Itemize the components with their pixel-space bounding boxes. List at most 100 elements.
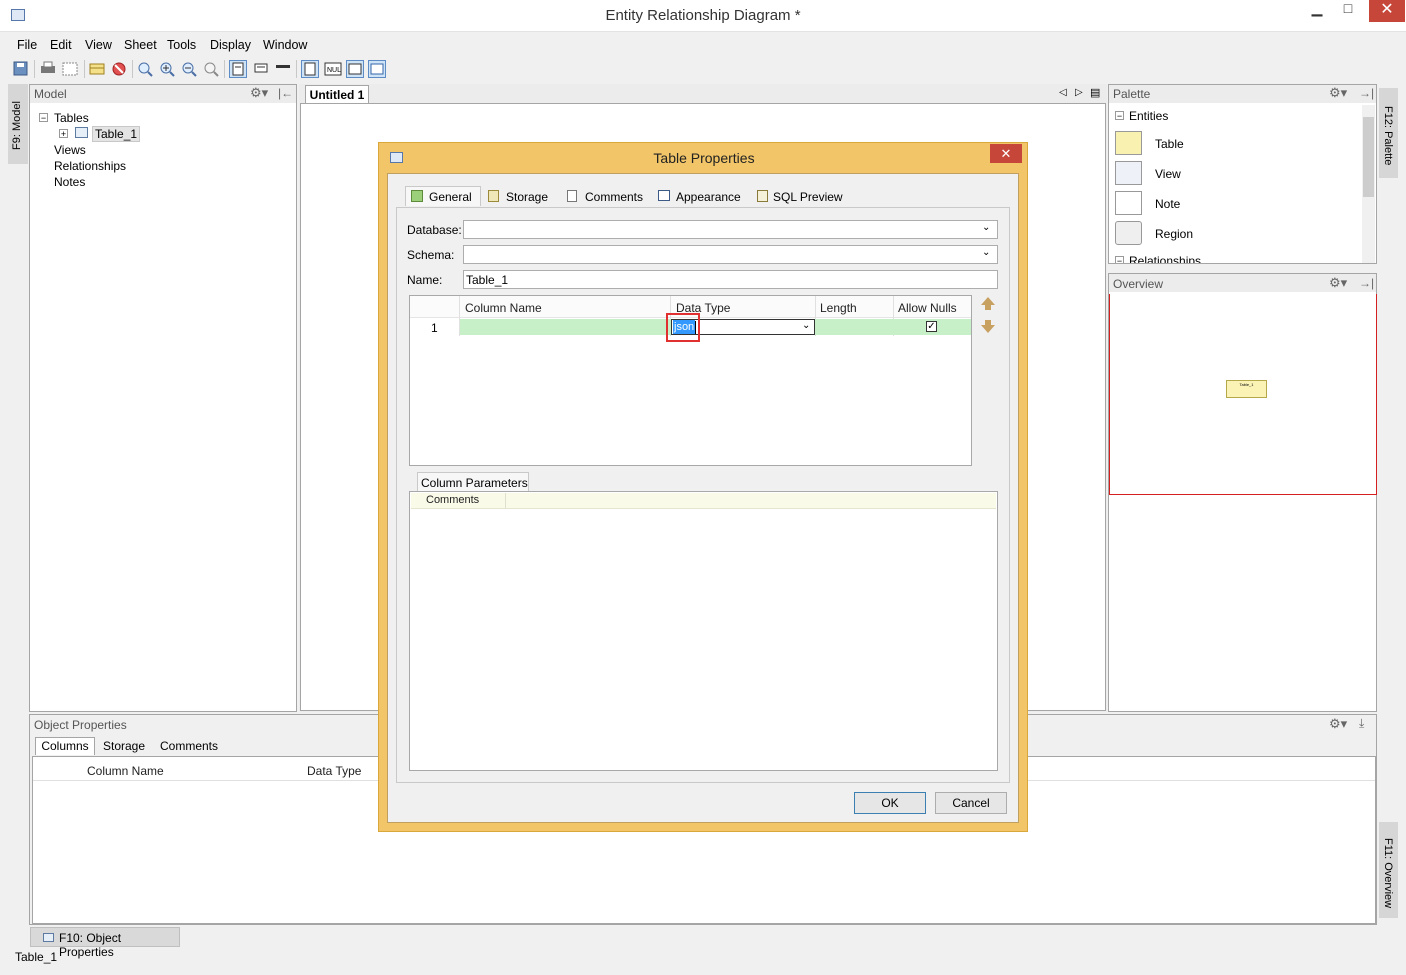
tree-item-notes[interactable]: Notes [54, 175, 85, 189]
minimize-button[interactable]: ▁ [1302, 0, 1332, 22]
svg-text:NUL: NUL [327, 67, 341, 74]
settings-icon[interactable]: ⚙▾ [1329, 85, 1347, 101]
stop-icon[interactable] [110, 60, 128, 78]
tab-general[interactable]: General [405, 186, 481, 206]
move-down-icon[interactable] [981, 325, 995, 333]
zoom-reset-icon[interactable] [202, 60, 220, 78]
maximize-button[interactable]: □ [1333, 0, 1363, 22]
tree-expander[interactable]: − [39, 113, 48, 123]
overview-sidebar-label: F11: Overview [1382, 838, 1394, 909]
palette-panel: Palette ⚙▾ →| − Entities Table View Note… [1108, 84, 1377, 264]
tree-item-relationships[interactable]: Relationships [54, 159, 126, 173]
cancel-button[interactable]: Cancel [935, 792, 1007, 814]
table-tool-icon[interactable] [88, 60, 106, 78]
menu-sheet[interactable]: Sheet [124, 38, 157, 52]
toolbar-separator [34, 60, 35, 78]
tree-item-tables[interactable]: Tables [54, 111, 89, 125]
close-window-button[interactable]: ✕ [1369, 0, 1405, 22]
toolbar-separator [296, 60, 297, 78]
palette-group-toggle[interactable]: − [1115, 256, 1124, 263]
zoom-fit-icon[interactable] [136, 60, 154, 78]
tree-item-table-1[interactable]: Table_1 [92, 126, 141, 142]
save-icon[interactable] [12, 60, 30, 78]
hide-panel-icon[interactable]: →| [1359, 86, 1374, 100]
tab-comments[interactable]: Comments [564, 188, 644, 206]
palette-sidebar-tab[interactable]: F12: Palette [1379, 88, 1398, 178]
editor-tab-label: Untitled 1 [309, 88, 365, 102]
overview-sidebar-tab[interactable]: F11: Overview [1379, 822, 1398, 918]
page-setup-icon[interactable] [61, 60, 79, 78]
tab-scroll-left-icon[interactable]: ◁ [1059, 87, 1067, 98]
chevron-down-icon[interactable]: ⌄ [802, 320, 810, 331]
columns-grid: Column Name Data Type Length Allow Nulls… [409, 295, 972, 466]
palette-item-note[interactable]: Note [1113, 189, 1363, 217]
show-schema-icon[interactable] [368, 60, 386, 78]
settings-icon[interactable]: ⚙▾ [1329, 275, 1347, 291]
tab-comments[interactable]: Comments [160, 739, 218, 753]
editor-tab[interactable]: Untitled 1 [305, 85, 369, 103]
palette-group-toggle[interactable]: − [1115, 111, 1124, 121]
model-tree: − Tables + Table_1 Views Relationships N… [30, 105, 296, 705]
model-sidebar-tab[interactable]: F9: Model [8, 84, 28, 164]
show-comments-icon[interactable] [346, 60, 364, 78]
dialog-close-button[interactable]: ✕ [990, 144, 1022, 163]
zoom-out-icon[interactable] [180, 60, 198, 78]
palette-item-table[interactable]: Table [1113, 129, 1363, 157]
settings-icon[interactable]: ⚙▾ [1329, 716, 1347, 732]
schema-select[interactable]: ⌄ [463, 245, 998, 264]
print-icon[interactable] [39, 60, 57, 78]
comments-tab-icon [567, 190, 577, 202]
tab-sql-preview[interactable]: SQL Preview [754, 188, 844, 206]
show-table-icon[interactable] [229, 60, 247, 78]
menu-view[interactable]: View [85, 38, 112, 52]
tree-item-views[interactable]: Views [54, 143, 86, 157]
menu-window[interactable]: Window [263, 38, 307, 52]
menu-edit[interactable]: Edit [50, 38, 72, 52]
show-columns-icon[interactable] [252, 60, 270, 78]
palette-item-view[interactable]: View [1113, 159, 1363, 187]
palette-group-relationships[interactable]: Relationships [1129, 254, 1201, 263]
tab-appearance[interactable]: Appearance [655, 188, 745, 206]
show-datatypes-icon[interactable] [301, 60, 319, 78]
toolbar-separator [132, 60, 133, 78]
database-select[interactable]: ⌄ [463, 220, 998, 239]
settings-icon[interactable]: ⚙▾ [250, 85, 268, 101]
menu-display[interactable]: Display [210, 38, 251, 52]
show-nulls-icon[interactable]: NUL [324, 60, 342, 78]
storage-tab-label: Storage [506, 190, 549, 204]
palette-item-label: Note [1155, 197, 1181, 211]
object-properties-title: Object Properties [34, 718, 127, 732]
general-tab-icon [411, 190, 423, 202]
bottom-tab-label: F10: Object Properties [59, 931, 122, 959]
hide-panel-icon[interactable]: →| [1359, 276, 1374, 290]
chevron-down-icon: ⌄ [982, 247, 991, 258]
move-up-icon[interactable] [981, 297, 995, 305]
col-divider [505, 493, 506, 509]
palette-group-entities[interactable]: Entities [1129, 109, 1168, 123]
tab-scroll-right-icon[interactable]: ▷ [1075, 87, 1083, 98]
tab-column-parameters[interactable]: Column Parameters [417, 472, 529, 491]
ok-button[interactable]: OK [854, 792, 926, 814]
tab-columns[interactable]: Columns [35, 737, 95, 755]
show-keys-icon[interactable] [274, 60, 292, 78]
menu-tools[interactable]: Tools [167, 38, 196, 52]
palette-item-region[interactable]: Region [1113, 219, 1363, 247]
table-icon [43, 933, 54, 942]
zoom-in-icon[interactable] [158, 60, 176, 78]
bottom-tab-object-properties[interactable]: F10: Object Properties [30, 927, 180, 959]
tab-storage[interactable]: Storage [485, 188, 557, 206]
dock-panel-icon[interactable]: ⤓ [1359, 716, 1364, 731]
allow-nulls-checkbox[interactable]: ✓ [926, 321, 937, 332]
tab-list-icon[interactable]: ▤ [1090, 86, 1100, 99]
collapse-panel-icon[interactable]: |← [278, 86, 293, 100]
overview-viewport[interactable]: Table_1 [1109, 294, 1377, 495]
table-thumb-icon [1115, 131, 1142, 155]
menu-bar: File Edit View Sheet Tools Display Windo… [8, 34, 1398, 56]
palette-scrollbar[interactable] [1362, 105, 1375, 263]
palette-header: Palette ⚙▾ →| [1109, 85, 1376, 103]
tab-storage[interactable]: Storage [103, 739, 145, 753]
tree-expander[interactable]: + [59, 129, 68, 139]
palette-scroll-thumb[interactable] [1363, 117, 1374, 197]
menu-file[interactable]: File [17, 38, 37, 52]
name-field[interactable]: Table_1 [463, 270, 998, 289]
